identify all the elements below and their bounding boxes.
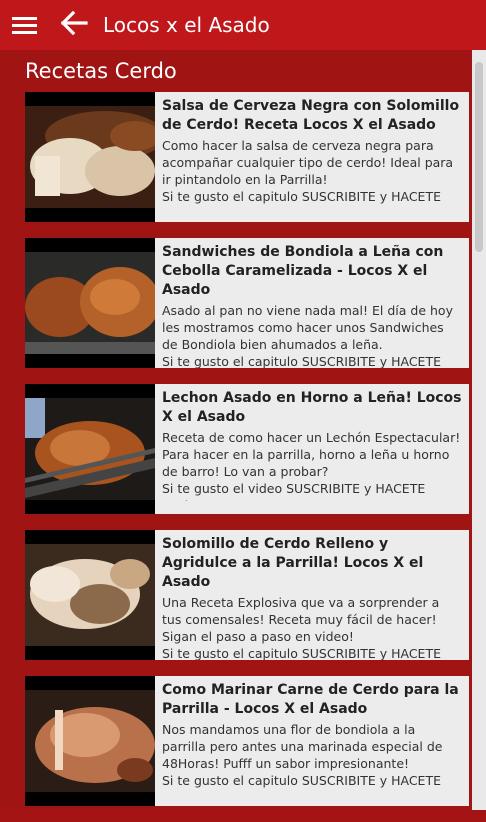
video-thumbnail (25, 238, 155, 368)
video-thumbnail (25, 384, 155, 514)
recipe-description: Como hacer la salsa de cerveza negra par… (162, 138, 454, 204)
list-item[interactable]: Salsa de Cerveza Negra con Solomillo de … (25, 92, 469, 222)
back-arrow-icon[interactable] (60, 9, 88, 37)
recipe-description: Una Receta Explosiva que va a sorprender… (162, 595, 441, 660)
recipe-title: Lechon Asado en Horno a Leña! Locos X el… (162, 390, 462, 425)
app-bar: Locos x el Asado (0, 0, 486, 50)
hamburger-icon[interactable] (12, 17, 37, 34)
list-item[interactable]: Lechon Asado en Horno a Leña! Locos X el… (25, 384, 469, 514)
recipe-description: Receta de como hacer un Lechón Espectacu… (162, 430, 461, 501)
section-title: Recetas Cerdo (25, 59, 177, 83)
list-item[interactable]: Sandwiches de Bondiola a Leña con Ceboll… (25, 238, 469, 368)
content-area: Recetas Cerdo Salsa de Cerveza Negra con… (0, 50, 472, 810)
recipe-title: Sandwiches de Bondiola a Leña con Ceboll… (162, 244, 444, 298)
list-item[interactable]: Solomillo de Cerdo Relleno y Agridulce a… (25, 530, 469, 660)
recipe-title: Salsa de Cerveza Negra con Solomillo de … (162, 98, 460, 133)
list-item[interactable]: Como Marinar Carne de Cerdo para la Parr… (25, 676, 469, 806)
scrollbar[interactable] (472, 50, 486, 810)
video-thumbnail (25, 92, 155, 222)
recipe-title: Como Marinar Carne de Cerdo para la Parr… (162, 682, 459, 717)
recipe-title: Solomillo de Cerdo Relleno y Agridulce a… (162, 536, 424, 590)
video-thumbnail (25, 530, 155, 660)
recipe-description: Nos mandamos una flor de bondiola a la p… (162, 722, 443, 788)
recipe-list: Salsa de Cerveza Negra con Solomillo de … (25, 92, 469, 822)
app-title: Locos x el Asado (103, 13, 270, 37)
recipe-description: Asado al pan no viene nada mal! El día d… (162, 303, 453, 368)
scrollbar-thumb[interactable] (475, 62, 483, 252)
video-thumbnail (25, 676, 155, 806)
